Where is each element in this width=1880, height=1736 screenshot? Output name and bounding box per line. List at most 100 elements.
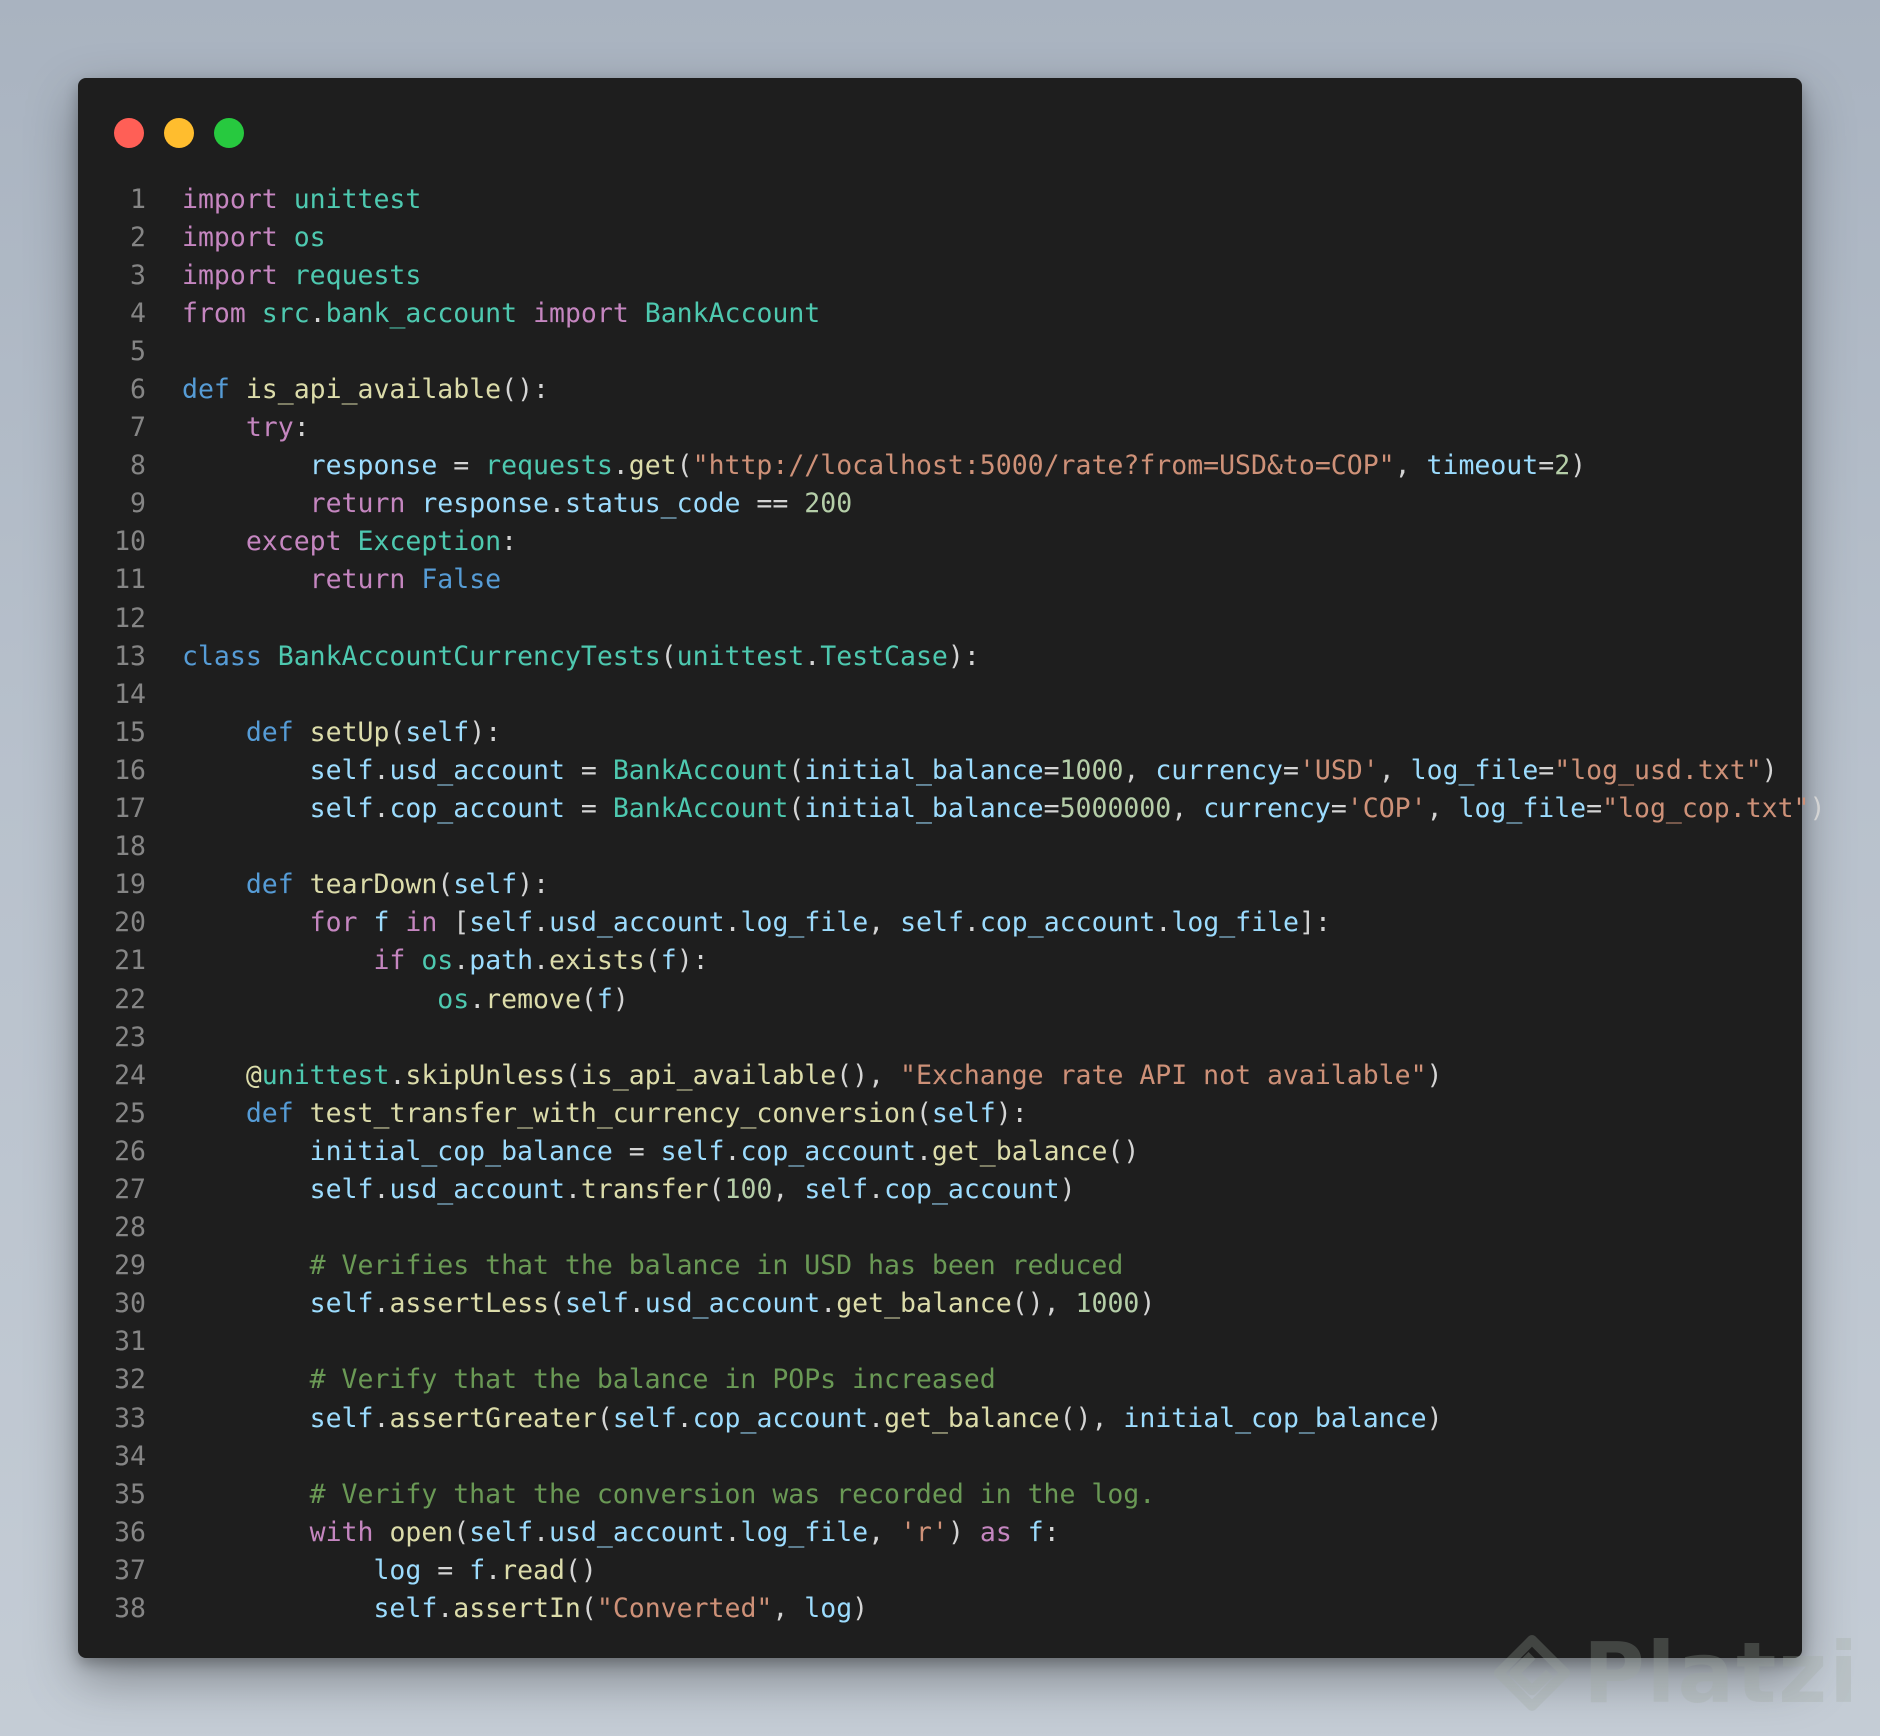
code-token: log_file	[740, 907, 869, 939]
code-line: 23	[78, 1018, 1802, 1056]
code-token: ,	[1171, 793, 1204, 825]
code-token: TestCase	[820, 640, 948, 672]
code-token: tearDown	[309, 869, 438, 901]
code-line: 21 if os.path.exists(f):	[78, 942, 1802, 980]
code-token: ():	[501, 374, 549, 406]
code-token: .	[676, 1402, 693, 1434]
line-content: with open(self.usd_account.log_file, 'r'…	[182, 1517, 1060, 1548]
minimize-button[interactable]	[164, 118, 194, 148]
code-line: 29 # Verifies that the balance in USD ha…	[78, 1247, 1802, 1285]
code-token: .	[628, 1288, 645, 1320]
line-content: # Verifies that the balance in USD has b…	[182, 1250, 1124, 1282]
code-line: 18	[78, 828, 1802, 866]
code-token: =	[421, 1554, 470, 1586]
code-token: .	[724, 1516, 741, 1548]
code-token: initial_cop_balance	[309, 1135, 613, 1167]
code-token: 1000	[1075, 1288, 1140, 1320]
code-token: except	[245, 526, 342, 558]
code-token: )	[947, 1516, 980, 1548]
code-token: =	[1538, 450, 1555, 482]
code-token: 5000000	[1059, 793, 1172, 825]
code-token: .	[437, 1593, 454, 1625]
line-content: response = requests.get("http://localhos…	[182, 450, 1586, 481]
maximize-button[interactable]	[214, 118, 244, 148]
code-token: import	[533, 297, 629, 329]
code-token: (	[389, 716, 406, 748]
code-token: .	[389, 1059, 406, 1091]
code-line: 6 def is_api_available():	[78, 370, 1802, 408]
code-token: src	[261, 297, 310, 329]
code-token: .	[373, 1173, 390, 1205]
code-token: =	[564, 793, 613, 825]
code-token: ()	[564, 1554, 597, 1586]
code-token: path	[469, 945, 534, 977]
code-token: (),	[1011, 1288, 1076, 1320]
line-number: 21	[114, 945, 146, 977]
code-token: self	[309, 754, 374, 786]
code-token: (	[453, 1516, 470, 1548]
code-token: BankAccount	[612, 793, 789, 825]
code-token: # Verifies that the balance in USD has b…	[309, 1250, 1124, 1282]
code-token: Exception	[357, 526, 502, 558]
code-token: log	[373, 1554, 422, 1586]
code-token: log_file	[1458, 793, 1587, 825]
close-button[interactable]	[114, 118, 144, 148]
line-number: 3	[130, 259, 146, 291]
code-token: .	[533, 945, 550, 977]
code-token: .	[373, 793, 390, 825]
code-token: requests	[485, 450, 613, 482]
code-token: usd_account	[644, 1288, 821, 1320]
code-token: # Verify that the conversion was recorde…	[309, 1478, 1156, 1510]
code-token: (	[564, 1059, 581, 1091]
code-token: 100	[724, 1173, 773, 1205]
code-token: exists	[549, 945, 645, 977]
code-token: bank_account	[325, 297, 518, 329]
code-token: is_api_available	[245, 374, 502, 406]
code-token: try	[245, 412, 294, 444]
line-content: return False	[182, 564, 501, 595]
code-line: 26 initial_cop_balance = self.cop_accoun…	[78, 1132, 1802, 1170]
code-token: requests	[293, 259, 422, 291]
code-line: 32 # Verify that the balance in POPs inc…	[78, 1361, 1802, 1399]
line-number: 37	[114, 1554, 146, 1586]
code-token: usd_account	[389, 1173, 565, 1205]
code-token: f	[1027, 1516, 1044, 1548]
code-token: ]:	[1299, 907, 1331, 939]
line-number: 2	[130, 221, 146, 253]
code-token: currency	[1203, 793, 1331, 825]
code-token: (	[644, 945, 661, 977]
code-token: log_file	[740, 1516, 869, 1548]
code-token: .	[724, 1135, 741, 1167]
code-token: read	[501, 1554, 565, 1586]
code-token: f	[660, 945, 677, 977]
code-token: @	[245, 1059, 262, 1091]
line-number: 35	[114, 1478, 146, 1510]
code-token: (),	[1059, 1402, 1124, 1434]
code-token: .	[564, 1173, 581, 1205]
line-number: 1	[130, 183, 146, 215]
code-token: ):	[947, 640, 980, 672]
line-number: 27	[114, 1173, 146, 1205]
code-token: [	[437, 907, 470, 939]
code-token: for	[309, 907, 358, 939]
code-token: =	[1586, 793, 1603, 825]
code-token: (	[548, 1288, 565, 1320]
code-token: self	[612, 1402, 677, 1434]
line-content: from src.bank_account import BankAccount	[182, 298, 820, 329]
code-token: unittest	[676, 640, 805, 672]
code-token: ,	[772, 1173, 805, 1205]
code-token: )	[1809, 793, 1826, 825]
line-content: def setUp(self):	[182, 717, 501, 748]
